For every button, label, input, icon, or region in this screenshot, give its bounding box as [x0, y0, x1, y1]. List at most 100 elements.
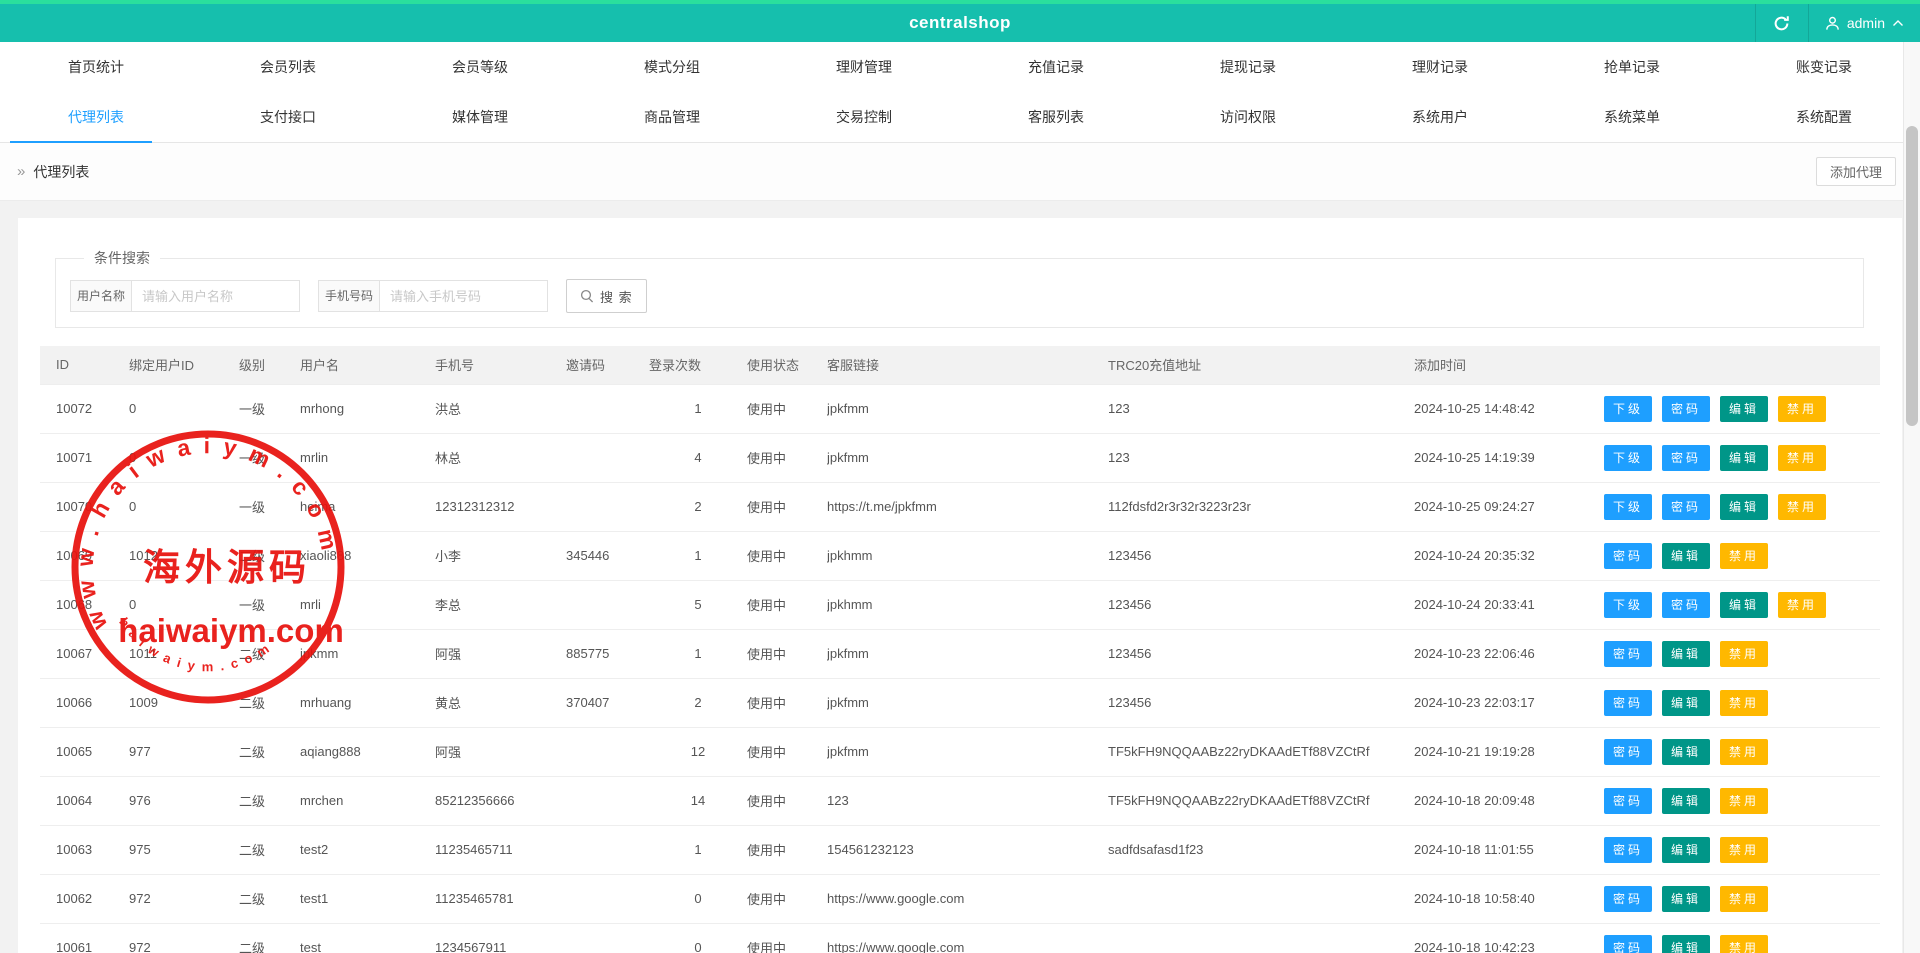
edit-button[interactable]: 编辑	[1662, 739, 1710, 765]
column-header: 绑定用户ID	[129, 346, 239, 384]
nav-item-系统用户[interactable]: 系统用户	[1344, 92, 1536, 142]
edit-button[interactable]: 编辑	[1662, 935, 1710, 953]
edit-button[interactable]: 编辑	[1720, 494, 1768, 520]
password-button[interactable]: 密码	[1604, 690, 1652, 716]
disable-button[interactable]: 禁用	[1720, 935, 1768, 953]
cell-phone: 洪总	[435, 384, 566, 433]
table-row: 100700一级heima123123123122使用中https://t.me…	[40, 482, 1880, 531]
nav-item-账变记录[interactable]: 账变记录	[1728, 42, 1920, 92]
cell-actions: 下级密码编辑禁用	[1604, 482, 1880, 531]
edit-button[interactable]: 编辑	[1662, 837, 1710, 863]
edit-button[interactable]: 编辑	[1720, 396, 1768, 422]
cell-bind-id: 1009	[129, 678, 239, 727]
cell-phone: 12312312312	[435, 482, 566, 531]
disable-button[interactable]: 禁用	[1720, 543, 1768, 569]
agents-table: ID绑定用户ID级别用户名手机号邀请码登录次数使用状态客服链接TRC20充值地址…	[40, 346, 1880, 953]
cell-level: 二级	[239, 629, 300, 678]
cell-username: test2	[300, 825, 435, 874]
edit-button[interactable]: 编辑	[1662, 886, 1710, 912]
cell-logins: 1	[649, 629, 747, 678]
disable-button[interactable]: 禁用	[1720, 788, 1768, 814]
password-button[interactable]: 密码	[1604, 641, 1652, 667]
disable-button[interactable]: 禁用	[1778, 592, 1826, 618]
sub-agent-button[interactable]: 下级	[1604, 396, 1652, 422]
search-button[interactable]: 搜 索	[566, 279, 647, 313]
nav-item-交易控制[interactable]: 交易控制	[768, 92, 960, 142]
nav-item-系统配置[interactable]: 系统配置	[1728, 92, 1920, 142]
password-button[interactable]: 密码	[1604, 739, 1652, 765]
nav-item-充值记录[interactable]: 充值记录	[960, 42, 1152, 92]
cell-status: 使用中	[747, 825, 827, 874]
edit-button[interactable]: 编辑	[1662, 788, 1710, 814]
nav-item-访问权限[interactable]: 访问权限	[1152, 92, 1344, 142]
nav-item-理财管理[interactable]: 理财管理	[768, 42, 960, 92]
password-button[interactable]: 密码	[1662, 396, 1710, 422]
refresh-button[interactable]	[1756, 4, 1808, 42]
nav-item-会员等级[interactable]: 会员等级	[384, 42, 576, 92]
cell-time: 2024-10-25 14:48:42	[1414, 384, 1604, 433]
cell-status: 使用中	[747, 678, 827, 727]
disable-button[interactable]: 禁用	[1720, 886, 1768, 912]
cell-id: 10061	[40, 923, 129, 953]
disable-button[interactable]: 禁用	[1778, 494, 1826, 520]
nav-item-首页统计[interactable]: 首页统计	[0, 42, 192, 92]
cell-time: 2024-10-23 22:03:17	[1414, 678, 1604, 727]
cell-trc20: 123456	[1108, 531, 1414, 580]
phone-input[interactable]	[380, 280, 548, 312]
cell-service: jpkfmm	[827, 629, 1108, 678]
cell-level: 二级	[239, 923, 300, 953]
user-menu[interactable]: admin	[1809, 4, 1920, 42]
password-button[interactable]: 密码	[1662, 494, 1710, 520]
disable-button[interactable]: 禁用	[1720, 837, 1768, 863]
search-legend: 条件搜索	[84, 248, 160, 268]
nav-row-2: 代理列表支付接口媒体管理商品管理交易控制客服列表访问权限系统用户系统菜单系统配置	[0, 92, 1920, 142]
nav-item-商品管理[interactable]: 商品管理	[576, 92, 768, 142]
nav-item-客服列表[interactable]: 客服列表	[960, 92, 1152, 142]
edit-button[interactable]: 编辑	[1662, 690, 1710, 716]
scrollbar-thumb[interactable]	[1906, 126, 1918, 426]
main-nav: 首页统计会员列表会员等级模式分组理财管理充值记录提现记录理财记录抢单记录账变记录…	[0, 42, 1920, 143]
nav-item-提现记录[interactable]: 提现记录	[1152, 42, 1344, 92]
nav-item-会员列表[interactable]: 会员列表	[192, 42, 384, 92]
disable-button[interactable]: 禁用	[1720, 739, 1768, 765]
password-button[interactable]: 密码	[1604, 837, 1652, 863]
password-button[interactable]: 密码	[1662, 445, 1710, 471]
nav-item-系统菜单[interactable]: 系统菜单	[1536, 92, 1728, 142]
edit-button[interactable]: 编辑	[1720, 592, 1768, 618]
password-button[interactable]: 密码	[1604, 543, 1652, 569]
page-title: 代理列表	[33, 162, 89, 182]
edit-button[interactable]: 编辑	[1662, 641, 1710, 667]
password-button[interactable]: 密码	[1662, 592, 1710, 618]
username-input[interactable]	[132, 280, 300, 312]
cell-trc20: 123456	[1108, 678, 1414, 727]
nav-item-抢单记录[interactable]: 抢单记录	[1536, 42, 1728, 92]
cell-time: 2024-10-25 09:24:27	[1414, 482, 1604, 531]
add-agent-button[interactable]: 添加代理	[1816, 157, 1896, 186]
cell-actions: 下级密码编辑禁用	[1604, 580, 1880, 629]
sub-agent-button[interactable]: 下级	[1604, 592, 1652, 618]
nav-item-代理列表[interactable]: 代理列表	[0, 92, 192, 142]
password-button[interactable]: 密码	[1604, 886, 1652, 912]
scrollbar-track[interactable]	[1903, 42, 1920, 953]
password-button[interactable]: 密码	[1604, 788, 1652, 814]
table-row: 100671011二级jpkmm阿强8857751使用中jpkfmm123456…	[40, 629, 1880, 678]
table-row: 10063975二级test2112354657111使用中1545612321…	[40, 825, 1880, 874]
nav-item-支付接口[interactable]: 支付接口	[192, 92, 384, 142]
password-button[interactable]: 密码	[1604, 935, 1652, 953]
edit-button[interactable]: 编辑	[1662, 543, 1710, 569]
nav-item-媒体管理[interactable]: 媒体管理	[384, 92, 576, 142]
sub-agent-button[interactable]: 下级	[1604, 494, 1652, 520]
disable-button[interactable]: 禁用	[1778, 445, 1826, 471]
table-row: 10064976二级mrchen8521235666614使用中123TF5kF…	[40, 776, 1880, 825]
disable-button[interactable]: 禁用	[1720, 690, 1768, 716]
disable-button[interactable]: 禁用	[1778, 396, 1826, 422]
cell-bind-id: 977	[129, 727, 239, 776]
table-row: 100661009二级mrhuang黄总3704072使用中jpkfmm1234…	[40, 678, 1880, 727]
cell-username: mrli	[300, 580, 435, 629]
disable-button[interactable]: 禁用	[1720, 641, 1768, 667]
edit-button[interactable]: 编辑	[1720, 445, 1768, 471]
sub-agent-button[interactable]: 下级	[1604, 445, 1652, 471]
nav-item-模式分组[interactable]: 模式分组	[576, 42, 768, 92]
cell-service: jpkfmm	[827, 433, 1108, 482]
nav-item-理财记录[interactable]: 理财记录	[1344, 42, 1536, 92]
